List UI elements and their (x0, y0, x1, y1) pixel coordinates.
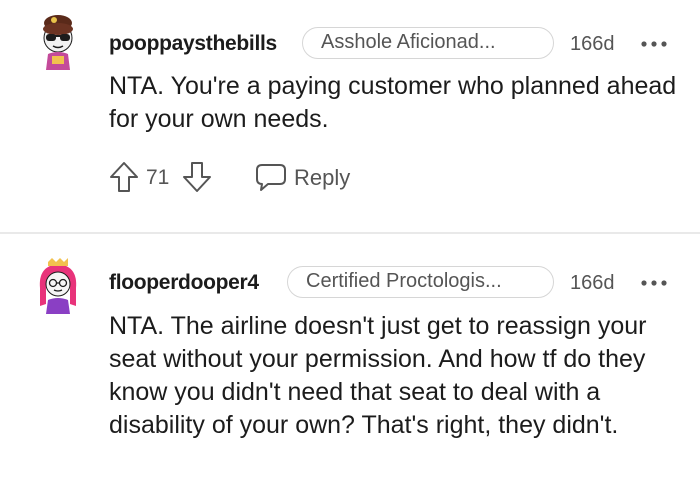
timestamp: 166d (570, 272, 615, 294)
reply-icon[interactable] (254, 162, 288, 192)
more-icon[interactable] (640, 40, 668, 48)
timestamp: 166d (570, 33, 615, 55)
comment: flooperdooper4 Certified Proctologis... … (0, 234, 700, 486)
comment-body: NTA. The airline doesn't just get to rea… (109, 312, 647, 439)
vote-score: 71 (146, 166, 170, 189)
more-icon[interactable] (640, 279, 668, 287)
comment-body: NTA. You're a paying customer who planne… (109, 72, 677, 133)
reply-button[interactable]: Reply (294, 165, 350, 191)
avatar[interactable] (34, 14, 82, 70)
username[interactable]: pooppaysthebills (109, 32, 277, 56)
comment: pooppaysthebills Asshole Aficionad... 16… (0, 0, 700, 232)
downvote-icon[interactable] (181, 160, 213, 194)
comment-actions: 71 Reply (108, 160, 428, 196)
upvote-icon[interactable] (108, 160, 140, 194)
username[interactable]: flooperdooper4 (109, 271, 259, 295)
user-flair: Certified Proctologis... (287, 266, 554, 298)
user-flair: Asshole Aficionad... (302, 27, 554, 59)
avatar[interactable] (34, 258, 82, 314)
